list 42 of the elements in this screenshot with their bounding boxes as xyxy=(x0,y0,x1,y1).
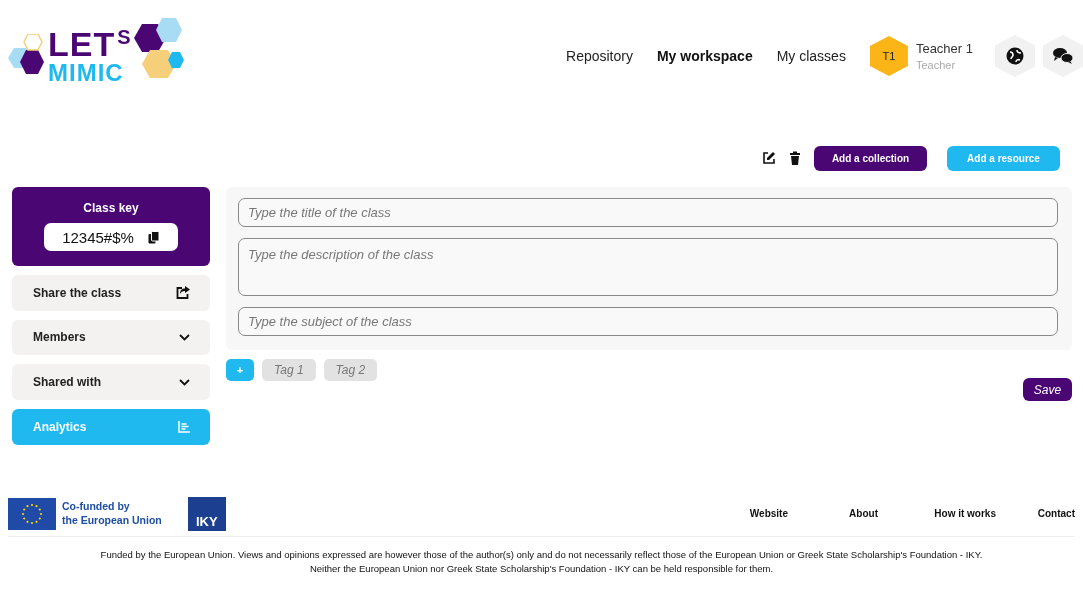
sidebar-label: Analytics xyxy=(33,420,87,435)
disclaimer-text: Funded by the European Union. Views and opinions expressed are however those of the author(s) only and do not necessarily reflect those of the European Union or Greek State Scholarship's Foundation - IKY. xyxy=(99,548,984,562)
logo-text: S xyxy=(117,27,132,47)
eu-flag-icon xyxy=(8,497,56,530)
bar-chart-icon xyxy=(178,421,190,434)
sidebar-label: Share the class xyxy=(33,285,122,300)
logo-text: LET xyxy=(48,27,116,61)
eu-funding-text: the European Union xyxy=(62,513,162,527)
chevron-down-icon xyxy=(179,378,190,386)
eu-funding-text: Co-funded by xyxy=(62,500,131,514)
class-key-value: 12345#$% xyxy=(62,228,134,246)
footer-link[interactable]: Contact xyxy=(996,508,1075,519)
save-button[interactable]: Save xyxy=(1023,378,1072,401)
footer-link[interactable]: About xyxy=(788,508,878,519)
sidebar-item[interactable]: Shared with xyxy=(12,364,210,401)
input-field[interactable]: Type the subject of the class xyxy=(238,307,1058,336)
input-field[interactable]: Type the title of the class xyxy=(238,198,1058,227)
sidebar-item[interactable]: Share the class xyxy=(12,274,210,311)
tag[interactable]: Tag 1 xyxy=(262,359,316,381)
footer-link[interactable]: Website xyxy=(728,508,788,519)
trash-icon[interactable] xyxy=(788,151,802,165)
iky-logo: IKY xyxy=(187,496,226,531)
user-name: Teacher 1 xyxy=(915,41,973,56)
user-role: Teacher xyxy=(915,59,957,71)
description-field[interactable]: Type the description of the class xyxy=(238,238,1058,296)
logo-text: MIMIC xyxy=(48,61,125,85)
user-avatar[interactable]: T1 xyxy=(869,36,908,76)
sidebar-label: Shared with xyxy=(33,375,101,390)
copy-icon[interactable] xyxy=(147,230,160,244)
nav-link[interactable]: My classes xyxy=(776,48,846,64)
edit-icon[interactable] xyxy=(762,151,776,165)
nav-link[interactable]: Repository xyxy=(566,48,633,64)
add-collection-button[interactable]: Add a collection xyxy=(814,145,927,171)
class-key-title: Class key xyxy=(83,201,139,215)
sidebar-item[interactable]: Members xyxy=(12,319,210,356)
tag[interactable]: Tag 2 xyxy=(323,359,378,381)
disclaimer-text: Neither the European Union nor Greek State Scholarship's Foundation - IKY can be held responsible for them. xyxy=(308,562,775,576)
sidebar-label: Members xyxy=(33,330,86,345)
nav-link[interactable]: My workspace xyxy=(656,48,753,64)
share-icon xyxy=(176,286,190,300)
chevron-down-icon xyxy=(179,333,190,341)
footer-link[interactable]: How it works xyxy=(878,508,996,519)
